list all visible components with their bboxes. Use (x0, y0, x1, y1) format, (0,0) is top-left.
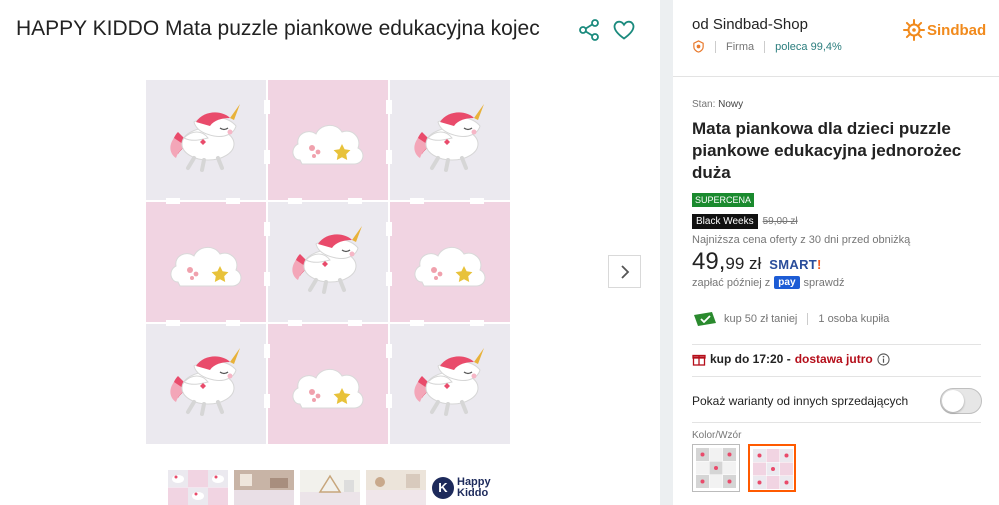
header-actions (577, 18, 636, 42)
seller-type: Firma (726, 40, 755, 53)
brand-logo-line2: Kiddo (457, 486, 489, 499)
other-sellers-label: Pokaż warianty od innych sprzedających (692, 394, 909, 408)
supercena-badge: SUPERCENA (692, 193, 755, 207)
ship-wheel-icon (903, 19, 925, 41)
seller-logo[interactable]: Sindbad (903, 19, 986, 41)
promo-badge-row: Black Weeks 59,00 zł (692, 214, 798, 229)
lowest-price-note: Najniższa cena oferty z 30 dni przed obn… (692, 234, 911, 246)
thumbnail-brand-logo[interactable]: K Happy Kiddo (432, 470, 498, 505)
thumbnail[interactable] (366, 470, 426, 505)
black-weeks-badge: Black Weeks (692, 214, 758, 229)
promo-cheaper[interactable]: kup 50 zł taniej (724, 313, 797, 325)
panel-divider (660, 0, 673, 505)
other-sellers-toggle[interactable] (940, 388, 982, 414)
price-row: 49,99 zł SMART! (692, 248, 822, 276)
divider (692, 422, 981, 423)
paypo-badge: pay (774, 276, 800, 289)
divider (807, 313, 809, 325)
pay-later-text: zapłać później z (692, 276, 771, 289)
condition-value: Nowy (718, 99, 744, 110)
swatch-pink[interactable] (748, 444, 796, 492)
chevron-right-icon (620, 264, 629, 279)
discount-ticket-icon (694, 312, 716, 326)
price-main: 49, (692, 248, 726, 275)
delivery-deadline: kup do 17:20 - (710, 352, 791, 366)
brand-logo-line1: Happy (457, 475, 491, 488)
offer-title: Mata piankowa dla dzieci puzzle piankowe… (692, 119, 962, 182)
divider (764, 40, 766, 53)
smart-label: SMART (769, 257, 818, 272)
divider (692, 344, 981, 345)
share-icon[interactable] (577, 18, 601, 42)
condition-label: Stan: (692, 99, 716, 110)
delivery-tomorrow: dostawa jutro (794, 352, 873, 366)
gallery-next-button[interactable] (608, 255, 641, 288)
seller-logo-text: Sindbad (927, 21, 987, 39)
seller-badge-icon (693, 40, 704, 53)
divider (715, 40, 716, 53)
price: 49,99 zł (692, 248, 761, 276)
seller-meta: Firma poleca 99,4% (692, 40, 842, 53)
thumbnail[interactable] (300, 470, 360, 505)
page-title: HAPPY KIDDO Mata puzzle piankowe edukacy… (16, 17, 540, 40)
heart-icon[interactable] (612, 18, 636, 42)
thumbnail[interactable] (168, 470, 228, 505)
seller-box: od Sindbad-Shop Firma poleca 99,4% Sindb… (673, 0, 999, 77)
brand-logo-text: Happy Kiddo (457, 475, 491, 499)
smart-badge[interactable]: SMART! (769, 257, 821, 272)
pay-later-check-link[interactable]: sprawdź (804, 277, 845, 289)
seller-recommend[interactable]: poleca 99,4% (775, 41, 842, 53)
divider (692, 376, 981, 377)
color-pattern-label: Kolor/Wzór (692, 430, 742, 441)
info-icon[interactable] (877, 352, 890, 366)
thumbnail[interactable] (234, 470, 294, 505)
color-swatches (692, 444, 796, 492)
old-price: 59,00 zł (762, 216, 798, 227)
seller-name[interactable]: od Sindbad-Shop (692, 16, 808, 33)
bought-count: 1 osoba kupiła (818, 313, 890, 325)
happy-kiddo-logo-icon: K (432, 476, 454, 499)
gift-delivery-icon (692, 354, 706, 366)
swatch-grey[interactable] (692, 444, 740, 492)
gallery-panel: HAPPY KIDDO Mata puzzle piankowe edukacy… (0, 0, 660, 505)
offer-stats-row: kup 50 zł taniej 1 osoba kupiła (692, 311, 889, 327)
toggle-knob (942, 390, 964, 412)
offer-panel: od Sindbad-Shop Firma poleca 99,4% Sindb… (673, 0, 999, 505)
price-cents: 99 zł (725, 254, 762, 273)
pay-later-row: zapłać później z pay sprawdź (692, 276, 844, 289)
smart-mark-icon: ! (817, 257, 822, 272)
thumbnail-strip: K Happy Kiddo (168, 470, 498, 505)
condition: Stan: Nowy (692, 99, 743, 110)
product-main-image[interactable] (146, 80, 510, 444)
delivery-info: kup do 17:20 - dostawa jutro (692, 352, 890, 366)
